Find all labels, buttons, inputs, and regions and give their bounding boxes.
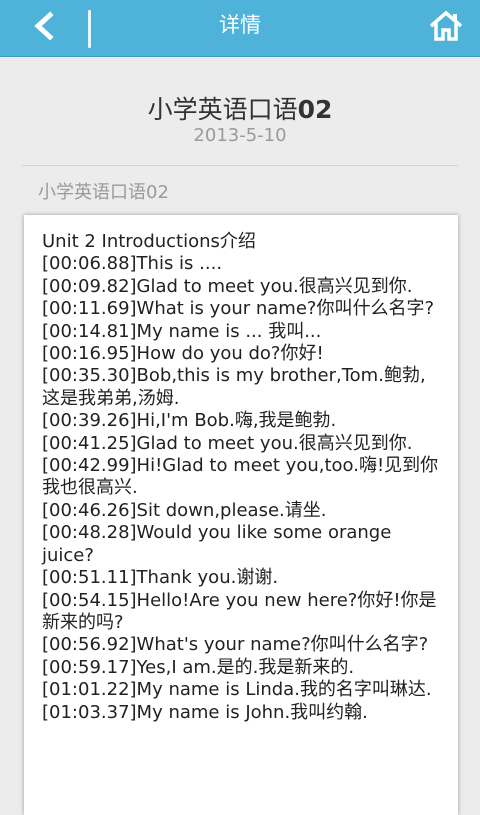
transcript-line: [00:09.82]Glad to meet you.很高兴见到你.	[42, 275, 413, 297]
transcript-line: [00:46.26]Sit down,please.请坐.	[42, 499, 327, 521]
transcript-line: [00:11.69]What is your name?你叫什么名字?	[42, 298, 435, 320]
transcript-line: [00:39.26]Hi,I'm Bob.嗨,我是鲍勃.	[42, 410, 337, 432]
home-button[interactable]	[422, 6, 470, 50]
transcript-line: [00:48.28]Would you like some orange jui…	[42, 522, 392, 566]
top-bar: 详情	[0, 0, 480, 57]
transcript-line: [00:41.25]Glad to meet you.很高兴见到你.	[42, 432, 413, 454]
transcript-line: Unit 2 Introductions介绍	[42, 231, 256, 252]
transcript-line: [00:59.17]Yes,I am.是的.我是新来的.	[42, 656, 355, 678]
article-title-number: 02	[297, 95, 333, 124]
transcript-text: Unit 2 Introductions介绍 [00:06.88]This is…	[24, 215, 458, 724]
transcript-line: [00:56.92]What's your name?你叫什么名字?	[42, 634, 429, 656]
section-divider	[22, 165, 458, 166]
transcript-line: [00:16.95]How do you do?你好!	[42, 343, 324, 365]
transcript-line: [01:03.37]My name is John.我叫约翰.	[42, 701, 368, 723]
transcript-line: [00:51.11]Thank you.谢谢.	[42, 567, 279, 589]
transcript-line: [00:42.99]Hi!Glad to meet you,too.嗨!见到你我…	[42, 455, 439, 499]
article-category: 小学英语口语02	[38, 182, 169, 203]
article-title: 小学英语口语02	[0, 90, 480, 126]
article-title-text: 小学英语口语	[147, 95, 298, 124]
transcript-line: [01:01.22]My name is Linda.我的名字叫琳达.	[42, 679, 432, 701]
article-date: 2013-5-10	[193, 125, 287, 146]
transcript-line: [00:06.88]This is ....	[42, 253, 223, 275]
transcript-line: [00:14.81]My name is ... 我叫...	[42, 320, 322, 342]
page-title: 详情	[219, 13, 261, 37]
transcript-line: [00:54.15]Hello!Are you new here?你好!你是新来…	[42, 589, 437, 633]
home-icon	[428, 10, 464, 46]
content-card[interactable]: Unit 2 Introductions介绍 [00:06.88]This is…	[24, 215, 458, 815]
transcript-line: [00:35.30]Bob,this is my brother,Tom.鲍勃,…	[42, 365, 426, 409]
